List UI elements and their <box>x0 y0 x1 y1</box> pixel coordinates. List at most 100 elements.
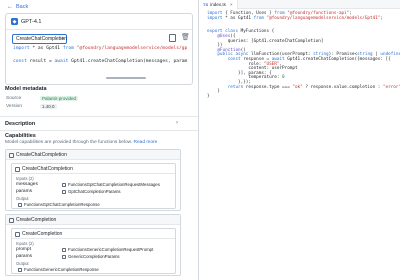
capability-card-title: CreateChatCompletion <box>16 152 67 158</box>
code-token: 0 <box>282 75 285 81</box>
chevron-down-icon: ▾ <box>61 36 64 42</box>
type-icon <box>62 254 66 259</box>
capability-card-chat: CreateChatCompletion CreateChatCompletio… <box>5 149 181 211</box>
metadata-label-source: Source <box>6 96 22 101</box>
output-type-label: FunctionsGptChatCompletionResponse <box>24 202 100 207</box>
model-icon: ◆ <box>11 18 18 25</box>
code-token: response.type === <box>243 84 293 90</box>
param-type-label: FunctionsGptChatCompletionRequestMessage… <box>68 182 160 187</box>
param-type-label: FunctionsGenericCompletionRequestPrompt <box>68 247 154 252</box>
output-type: FunctionsGenericCompletionResponse <box>16 267 101 272</box>
code-line[interactable]: queries: [Gpt41.createChatCompletion] <box>207 39 324 44</box>
function-select[interactable]: CreateChatCompletion ▾ <box>12 34 67 44</box>
close-icon[interactable]: × <box>230 2 233 7</box>
metadata-value-source: Palantir-provided <box>40 95 79 101</box>
code-snippet-card: ◆ GPT-4.1 CreateChatCompletion ▾ 🗑 impor… <box>5 13 193 85</box>
param-name: params <box>16 189 32 194</box>
function-icon <box>9 217 14 223</box>
snippet-text: result = <box>26 59 55 64</box>
code-line[interactable]: return response.type === "ok" ? response… <box>207 85 400 90</box>
param-type: FunctionsGptChatCompletionRequestMessage… <box>60 182 162 187</box>
capability-detail-title: CreateChatCompletion <box>22 166 73 172</box>
snippet-kw: from <box>60 46 77 51</box>
snippet-kw: import <box>13 46 30 51</box>
code-token: MyFunctions { <box>238 29 275 35</box>
chevron-right-icon[interactable]: › <box>176 120 178 126</box>
copy-icon[interactable] <box>169 34 176 42</box>
snippet-text: * as <box>29 46 47 51</box>
code-token: * as Gpt41 <box>222 15 254 21</box>
snippet-text: Gpt41.createChatCompletion(messages, par… <box>68 59 188 64</box>
tab-index-ts[interactable]: TS index.ts × <box>199 0 238 9</box>
type-icon <box>18 267 22 272</box>
param-type-label: GenericCompletionParams <box>68 254 120 259</box>
metadata-title: Model metadata <box>5 86 47 92</box>
arrow-left-icon: ← <box>7 4 13 10</box>
back-link[interactable]: ← Back <box>7 4 28 10</box>
output-label: Output <box>16 261 29 266</box>
output-type: FunctionsGptChatCompletionResponse <box>16 202 102 207</box>
capability-detail-header: CreateChatCompletion <box>12 164 175 174</box>
typescript-icon: TS <box>203 2 209 7</box>
tab-label: index.ts <box>210 2 226 7</box>
capabilities-note-text: Model capabilities are provided through … <box>5 140 133 145</box>
snippet-scrollbar[interactable] <box>106 77 146 79</box>
output-type-label: FunctionsGenericCompletionResponse <box>24 267 99 272</box>
param-type: GptChatCompletionParams <box>60 189 123 194</box>
snippet-kw: await <box>54 59 69 64</box>
divider <box>0 130 198 131</box>
output-label: Output <box>16 196 29 201</box>
code-token: from <box>253 15 264 21</box>
code-line[interactable]: import * as Gpt41 from "@foundry/languag… <box>207 16 383 21</box>
capability-detail-title: CreateCompletion <box>22 231 63 237</box>
read-more-link[interactable]: Read more <box>134 140 158 145</box>
param-name: messages <box>16 182 38 187</box>
param-name: prompt <box>16 247 31 252</box>
type-icon <box>62 189 66 194</box>
divider <box>6 29 192 30</box>
type-icon <box>62 247 66 252</box>
code-editor[interactable]: TS index.ts × import { Function, Uses } … <box>199 0 400 280</box>
capabilities-note: Model capabilities are provided through … <box>5 140 157 145</box>
capability-card-header[interactable]: CreateChatCompletion <box>6 150 180 160</box>
capability-detail: CreateChatCompletion Inputs (2) messages… <box>11 163 176 209</box>
function-icon <box>9 152 14 158</box>
capability-detail-header: CreateCompletion <box>12 229 175 239</box>
function-select-value: CreateChatCompletion <box>16 36 67 42</box>
editor-gutter <box>199 10 207 280</box>
inputs-label: Inputs (2) <box>16 176 34 181</box>
capability-card-header[interactable]: CreateCompletion <box>6 215 180 225</box>
model-name: GPT-4.1 <box>21 18 42 25</box>
trash-icon[interactable]: 🗑 <box>181 34 190 42</box>
type-icon <box>62 182 66 187</box>
snippet-string: "@foundry/languagemodelservice/models/gp <box>76 46 188 51</box>
code-token: import <box>207 15 223 21</box>
function-icon <box>15 166 20 172</box>
divider <box>0 116 198 117</box>
description-toggle[interactable]: Description <box>5 121 35 127</box>
code-token: } <box>207 93 210 99</box>
snippet-kw: const <box>13 59 27 64</box>
inputs-label: Inputs (2) <box>16 241 34 246</box>
code-token: "error" <box>382 84 400 90</box>
code-token: "ok" <box>292 84 303 90</box>
code-token: ; <box>380 15 383 21</box>
model-panel: ← Back ◆ GPT-4.1 CreateChatCompletion ▾ … <box>0 0 198 280</box>
snippet-const-line: const result = await Gpt41.createChatCom… <box>13 59 187 64</box>
model-tag: ◆ GPT-4.1 <box>11 18 41 25</box>
param-name: params <box>16 254 32 259</box>
code-line[interactable]: } <box>207 94 210 99</box>
param-type: GenericCompletionParams <box>60 254 122 259</box>
capability-card-title: CreateCompletion <box>16 217 57 223</box>
code-token: ? response.value.completion : <box>302 84 383 90</box>
metadata-value-version: 1.40.0 <box>40 103 57 109</box>
metadata-label-version: Version <box>6 104 22 109</box>
back-label: Back <box>16 4 29 10</box>
function-icon <box>15 231 20 237</box>
capability-detail: CreateCompletion Inputs (2) prompt Funct… <box>11 228 176 274</box>
param-type-label: GptChatCompletionParams <box>68 189 121 194</box>
code-token: "@foundry/languagemodelservice/models/Gp… <box>263 15 381 21</box>
type-icon <box>18 202 22 207</box>
code-token: Gpt41.createChatCompletion({messages: [{ <box>284 57 391 62</box>
snippet-import-line: import * as Gpt41 from "@foundry/languag… <box>13 46 187 51</box>
